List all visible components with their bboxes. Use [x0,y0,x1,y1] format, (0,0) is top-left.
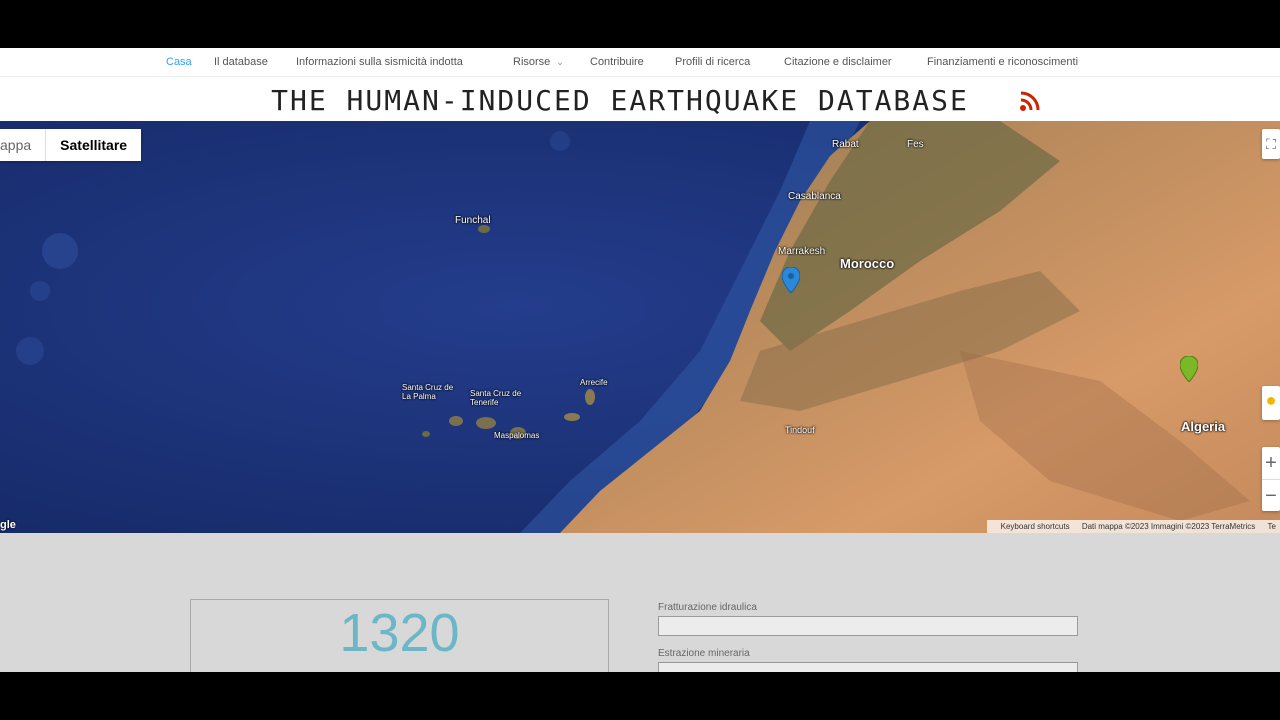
zoom-out-button[interactable]: − [1262,479,1280,512]
map-attribution: Keyboard shortcuts Dati mappa ©2023 Imma… [986,520,1280,533]
nav-item-seismicity-info[interactable]: Informazioni sulla sismicità indotta [296,56,463,68]
web-page: Casa Il database Informazioni sulla sism… [0,48,1280,672]
map-label-marrakesh: Marrakesh [778,246,826,257]
street-view-pegman[interactable]: ● [1262,386,1280,420]
keyboard-shortcuts-link[interactable]: Keyboard shortcuts [1001,522,1070,531]
fullscreen-icon: ⛶ [1266,136,1276,152]
pegman-icon: ● [1265,390,1277,410]
main-nav: Casa Il database Informazioni sulla sism… [0,48,1280,77]
earthquake-count: 1320 [339,603,460,663]
map-label-santa-cruz-palma: Santa Cruz de La Palma [402,383,454,401]
map-label-algeria: Algeria [1181,419,1226,434]
map-data-credit: Dati mappa ©2023 Immagini ©2023 TerraMet… [1081,522,1256,531]
nav-item-casa[interactable]: Casa [166,56,192,68]
nav-item-citation[interactable]: Citazione e disclaimer [784,56,892,68]
rss-icon[interactable] [1019,90,1041,112]
map-imagery [0,121,1280,533]
letterbox-bottom [0,672,1280,720]
map-type-map-button[interactable]: appa [0,129,45,161]
nav-item-resources-label: Risorse [513,56,551,68]
terms-link[interactable]: Te [1268,522,1276,531]
chevron-down-icon: ⌄ [556,57,564,67]
filter-label-hydraulic-fracturing: Fratturazione idraulica [658,602,757,613]
map-label-tindouf: Tindouf [785,425,815,435]
satellite-map[interactable]: appa Satellitare Rabat Fes Casablanca Ma… [0,121,1280,533]
nav-item-research-profiles[interactable]: Profili di ricerca [675,56,750,68]
map-label-fes: Fes [907,139,924,150]
zoom-in-button[interactable]: + [1262,447,1280,479]
nav-item-resources[interactable]: Risorse ⌄ [513,56,564,68]
earthquake-count-box: 1320 [190,599,609,672]
google-logo: gle [0,519,16,531]
earthquake-marker-green[interactable] [1180,356,1198,382]
nav-item-database[interactable]: Il database [214,56,268,68]
map-type-control: appa Satellitare [0,129,142,161]
fullscreen-button[interactable]: ⛶ [1262,129,1280,159]
page-title: THE HUMAN-INDUCED EARTHQUAKE DATABASE [271,84,969,117]
zoom-control: + − [1262,447,1280,511]
map-label-santa-cruz-tenerife: Santa Cruz de Tenerife [470,389,522,407]
filter-field-hydraulic-fracturing[interactable] [658,616,1078,636]
nav-item-contribute[interactable]: Contribuire [590,56,644,68]
filter-label-mining: Estrazione mineraria [658,648,750,659]
map-label-morocco: Morocco [840,256,895,271]
map-label-arrecife: Arrecife [580,378,608,387]
earthquake-marker-blue[interactable] [782,267,800,293]
map-label-funchal: Funchal [455,215,491,226]
nav-item-funding[interactable]: Finanziamenti e riconoscimenti [927,56,1078,68]
letterbox-top [0,0,1280,48]
map-type-satellite-button[interactable]: Satellitare [45,129,141,161]
filter-field-mining[interactable] [658,662,1078,672]
map-label-rabat: Rabat [832,139,859,150]
map-label-casablanca: Casablanca [788,191,841,202]
stats-section: 1320 Fratturazione idraulica Estrazione … [0,533,1280,672]
map-label-maspalomas: Maspalomas [494,431,540,440]
